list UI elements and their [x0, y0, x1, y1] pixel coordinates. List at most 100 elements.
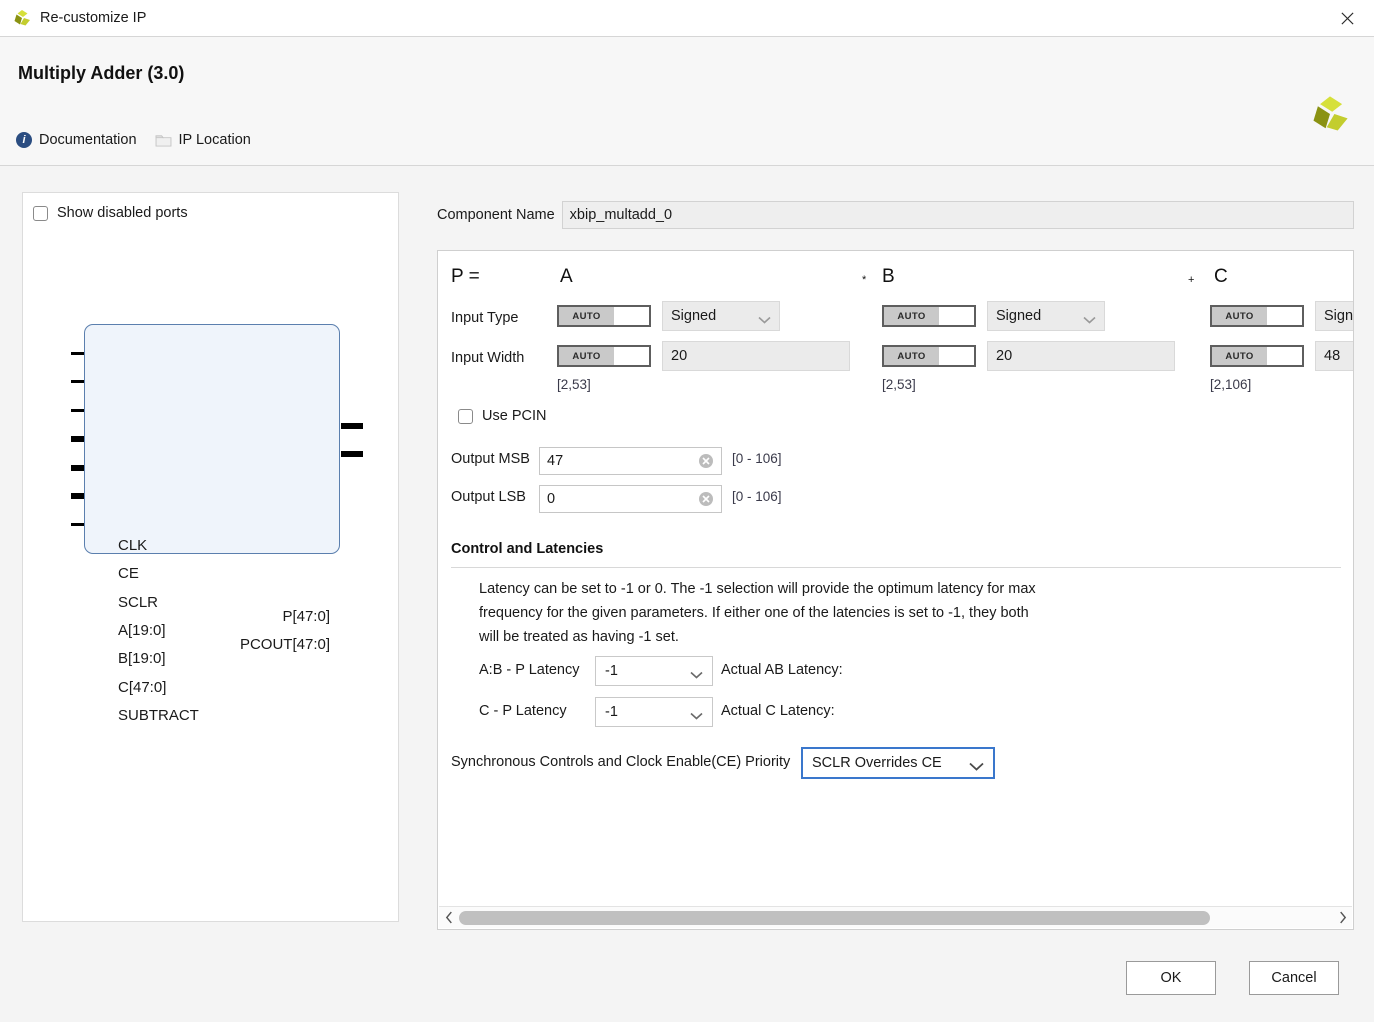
input-type-auto-toggle-a[interactable]: AUTO	[557, 305, 651, 327]
component-name-row: Component Name xbip_multadd_0	[437, 200, 1354, 230]
port-label-c: C[47:0]	[118, 679, 167, 696]
pin-p	[341, 423, 363, 429]
window-title: Re-customize IP	[40, 10, 147, 26]
output-msb-range: [0 - 106]	[732, 451, 782, 466]
input-width-field-c[interactable]: 48	[1315, 341, 1353, 371]
folder-icon	[155, 133, 172, 147]
config-scroll-panel: P = A * B + C Input Type AUTO Signed AUT…	[437, 250, 1354, 930]
pin-pcout	[341, 451, 363, 457]
operand-c-label: C	[1214, 266, 1228, 287]
auto-segment-label: AUTO	[1212, 307, 1267, 325]
operand-a-label: A	[560, 266, 573, 287]
equation-result-label: P =	[451, 266, 480, 287]
input-type-label: Input Type	[451, 310, 519, 326]
use-pcin-label: Use PCIN	[482, 408, 547, 424]
close-icon[interactable]	[1320, 0, 1374, 36]
c-latency-value: -1	[605, 704, 618, 720]
ip-location-link[interactable]: IP Location	[155, 132, 251, 148]
actual-c-latency-label: Actual C Latency:	[721, 703, 835, 719]
ok-button[interactable]: OK	[1126, 961, 1216, 995]
component-name-label: Component Name	[437, 207, 555, 223]
cancel-button[interactable]: Cancel	[1249, 961, 1339, 995]
actual-ab-latency-label: Actual AB Latency:	[721, 662, 843, 678]
horizontal-scrollbar[interactable]	[439, 906, 1352, 928]
ab-latency-label: A:B - P Latency	[479, 662, 580, 678]
equation-header-row: P = A * B + C	[438, 266, 1353, 296]
chevron-down-icon	[690, 667, 703, 679]
sync-priority-select[interactable]: SCLR Overrides CE	[801, 747, 995, 779]
port-label-ce: CE	[118, 565, 139, 582]
scroll-left-icon[interactable]	[439, 907, 459, 929]
input-width-label: Input Width	[451, 350, 525, 366]
input-type-select-a[interactable]: Signed	[662, 301, 780, 331]
input-width-auto-toggle-c[interactable]: AUTO	[1210, 345, 1304, 367]
input-width-field-a[interactable]: 20	[662, 341, 850, 371]
xilinx-logo-small-icon	[12, 9, 32, 27]
header-links: i Documentation IP Location	[16, 132, 251, 148]
documentation-label: Documentation	[39, 132, 137, 148]
chevron-down-icon	[1083, 312, 1096, 324]
window-titlebar: Re-customize IP	[0, 0, 1374, 37]
sync-priority-label: Synchronous Controls and Clock Enable(CE…	[451, 754, 791, 770]
config-scroll-content: P = A * B + C Input Type AUTO Signed AUT…	[438, 251, 1354, 906]
ip-symbol-panel: Show disabled ports CLK CE SCLR A[19:0] …	[22, 192, 399, 922]
output-msb-input[interactable]: 47	[539, 447, 722, 475]
port-label-subtract: SUBTRACT	[118, 707, 199, 724]
ip-header-band: Multiply Adder (3.0) i Documentation IP …	[0, 37, 1374, 166]
page-title: Multiply Adder (3.0)	[18, 63, 185, 83]
clear-field-icon[interactable]	[698, 491, 714, 507]
input-width-range-a: [2,53]	[557, 377, 591, 392]
input-type-value-a: Signed	[671, 308, 717, 324]
auto-segment-label: AUTO	[559, 307, 614, 325]
output-msb-label: Output MSB	[451, 451, 530, 467]
show-disabled-ports-checkbox[interactable]: Show disabled ports	[33, 205, 188, 221]
use-pcin-checkbox[interactable]: Use PCIN	[458, 408, 546, 424]
c-latency-select[interactable]: -1	[595, 697, 713, 727]
ab-latency-value: -1	[605, 663, 618, 679]
scrollbar-track[interactable]	[459, 907, 1332, 929]
input-width-range-b: [2,53]	[882, 377, 916, 392]
auto-segment-label: AUTO	[884, 307, 939, 325]
input-type-auto-toggle-c[interactable]: AUTO	[1210, 305, 1304, 327]
input-type-value-c: Sign	[1324, 308, 1354, 324]
port-label-p: P[47:0]	[282, 608, 330, 625]
input-type-auto-toggle-b[interactable]: AUTO	[882, 305, 976, 327]
scroll-right-icon[interactable]	[1332, 907, 1352, 929]
ab-latency-select[interactable]: -1	[595, 656, 713, 686]
component-name-input[interactable]: xbip_multadd_0	[561, 201, 1354, 229]
port-label-clk: CLK	[118, 537, 148, 554]
ip-config-area: Component Name xbip_multadd_0 P = A * B …	[437, 200, 1354, 930]
checkbox-box	[458, 408, 473, 424]
chevron-down-icon	[690, 708, 703, 720]
latency-description: Latency can be set to -1 or 0. The -1 se…	[479, 581, 1036, 645]
input-type-select-b[interactable]: Signed	[987, 301, 1105, 331]
output-lsb-label: Output LSB	[451, 489, 526, 505]
input-width-field-b[interactable]: 20	[987, 341, 1175, 371]
section-divider	[451, 567, 1341, 568]
input-type-value-b: Signed	[996, 308, 1042, 324]
input-width-auto-toggle-b[interactable]: AUTO	[882, 345, 976, 367]
scrollbar-thumb[interactable]	[459, 910, 1210, 925]
output-msb-value: 47	[547, 453, 564, 469]
auto-segment-label: AUTO	[884, 347, 939, 365]
input-type-select-c[interactable]: Sign	[1315, 301, 1354, 331]
c-latency-label: C - P Latency	[479, 703, 567, 719]
chevron-down-icon	[969, 759, 984, 771]
documentation-link[interactable]: i Documentation	[16, 132, 137, 148]
operator-multiply: *	[862, 274, 867, 286]
auto-segment-label: AUTO	[559, 347, 614, 365]
clear-field-icon[interactable]	[698, 453, 714, 469]
output-lsb-value: 0	[547, 491, 556, 507]
sync-priority-value: SCLR Overrides CE	[812, 755, 942, 771]
checkbox-box	[33, 205, 48, 221]
xilinx-logo-icon	[1308, 92, 1352, 136]
chevron-down-icon	[758, 312, 771, 324]
output-lsb-input[interactable]: 0	[539, 485, 722, 513]
operand-b-label: B	[882, 266, 895, 287]
operator-plus: +	[1188, 274, 1195, 286]
input-width-auto-toggle-a[interactable]: AUTO	[557, 345, 651, 367]
ip-location-label: IP Location	[178, 132, 251, 148]
control-section-title: Control and Latencies	[451, 541, 604, 557]
input-width-range-c: [2,106]	[1210, 377, 1252, 392]
show-disabled-ports-label: Show disabled ports	[57, 205, 188, 221]
